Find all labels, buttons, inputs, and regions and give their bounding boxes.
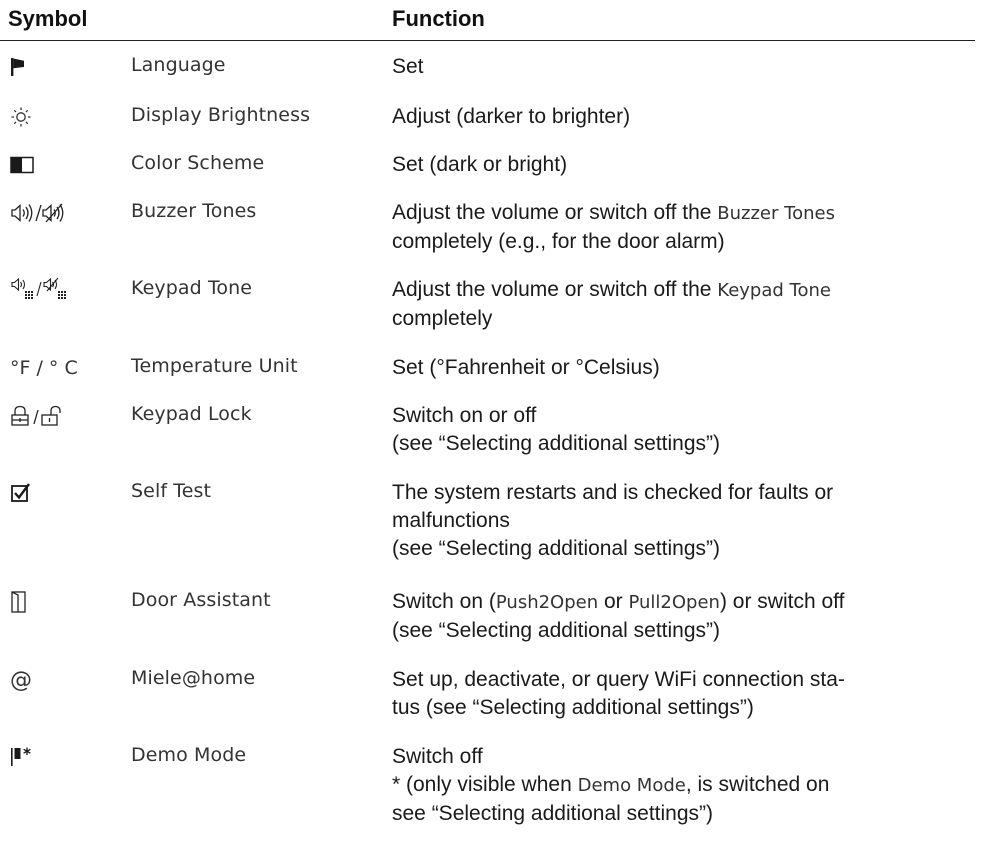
function-description: Adjust the volume or switch off the Keyp… [392, 278, 831, 330]
function-description: Adjust (darker to brighter) [392, 105, 631, 128]
push2open-term: Push2Open [495, 592, 599, 613]
color-scheme-icon [10, 150, 34, 180]
header-divider [0, 40, 975, 41]
function-description: Set (°Fahrenheit or °Celsius) [392, 356, 660, 379]
at-sign-icon: @ [10, 667, 32, 693]
function-description: Set (dark or bright) [392, 153, 568, 176]
keypad-lock-icon [10, 401, 62, 431]
function-description: Set [392, 55, 424, 78]
symbol-column-header: Symbol [8, 6, 88, 31]
buzzer-tones-term: Buzzer Tones [717, 203, 835, 224]
function-description: Switch on or off (see “Selecting additio… [392, 404, 721, 455]
function-description: Switch off * (only visible when Demo Mod… [392, 745, 830, 825]
brightness-icon [10, 102, 32, 132]
demo-mode-icon [10, 742, 36, 772]
setting-label: Temperature Unit [131, 355, 298, 377]
setting-label: Language [131, 54, 226, 76]
keypad-tone-icon [10, 275, 76, 305]
settings-table: Symbol Function Language Set Display Bri… [0, 0, 988, 842]
table-header: Symbol Function [0, 0, 988, 44]
door-assistant-icon [10, 587, 28, 617]
function-description: Adjust the volume or switch off the Buzz… [392, 201, 835, 253]
demo-mode-term: Demo Mode [577, 775, 686, 796]
function-description: Switch on (Push2Open or Pull2Open) or sw… [392, 590, 845, 642]
keypad-tone-term: Keypad Tone [717, 280, 831, 301]
setting-label: Keypad Lock [131, 403, 252, 425]
setting-label: Demo Mode [131, 744, 247, 766]
setting-label: Self Test [131, 480, 212, 502]
setting-label: Buzzer Tones [131, 200, 257, 222]
flag-icon [10, 52, 26, 82]
temperature-unit-icon: °F / ° C [10, 357, 78, 379]
function-description: The system restarts and is checked for f… [392, 481, 834, 560]
setting-label: Door Assistant [131, 589, 271, 611]
pull2open-term: Pull2Open [628, 592, 720, 613]
self-test-icon [10, 478, 32, 508]
setting-label: Color Scheme [131, 152, 265, 174]
setting-label: Display Brightness [131, 104, 311, 126]
buzzer-tones-icon [10, 198, 72, 228]
function-description: Set up, deactivate, or query WiFi connec… [392, 668, 845, 719]
setting-label: Miele@home [131, 667, 256, 689]
setting-label: Keypad Tone [131, 277, 253, 299]
function-column-header: Function [392, 6, 485, 31]
